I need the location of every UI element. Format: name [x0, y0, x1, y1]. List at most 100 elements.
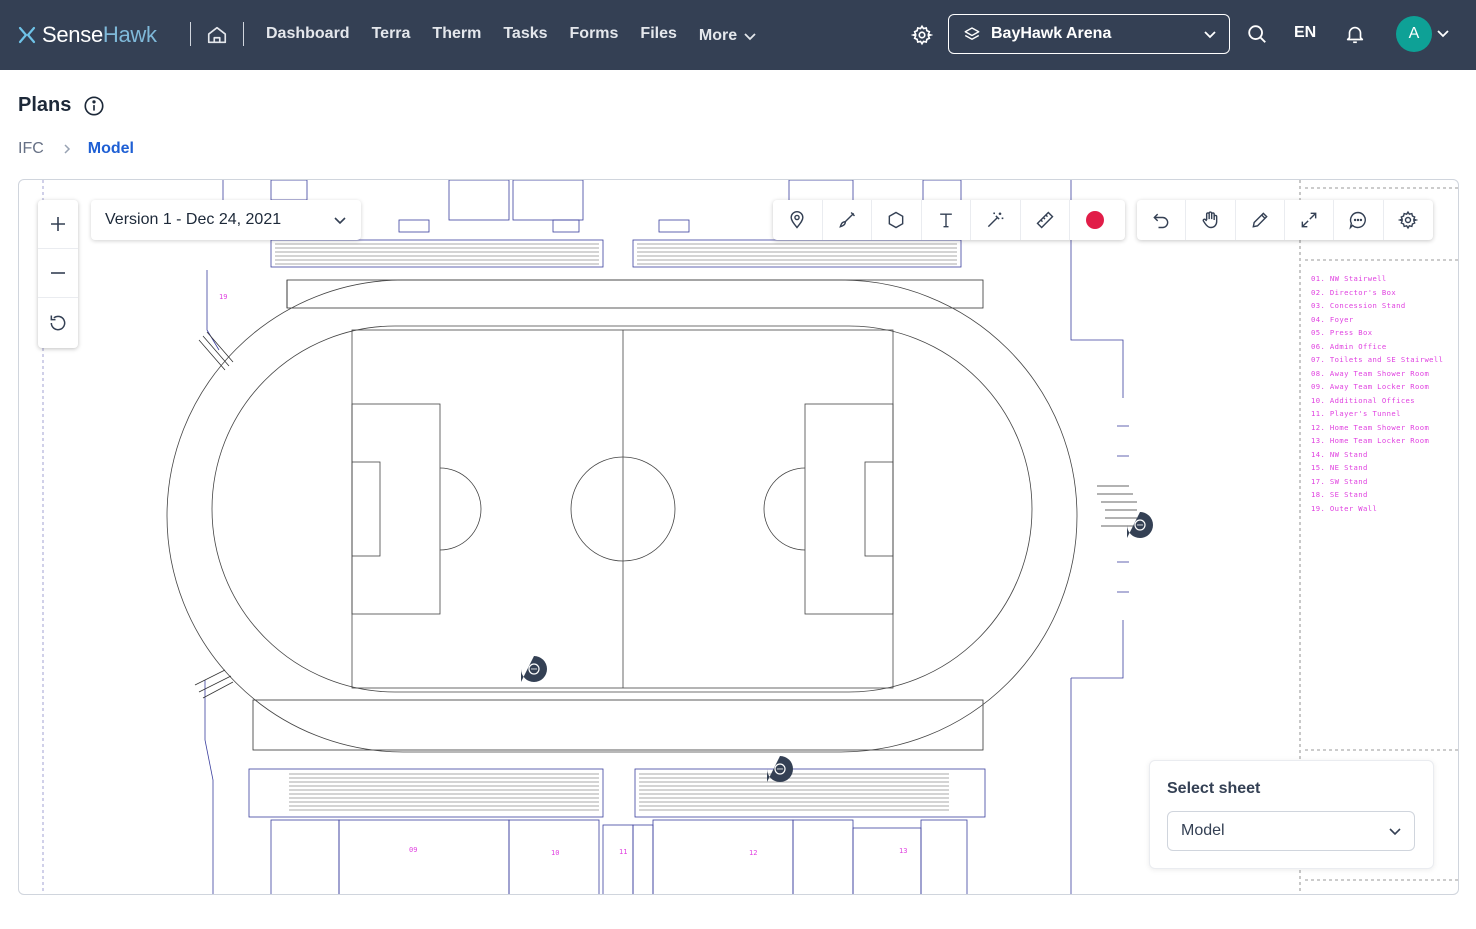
text-icon	[939, 213, 952, 228]
user-avatar[interactable]: A	[1396, 16, 1432, 52]
legend-item: 12. Home Team Shower Room	[1311, 422, 1430, 432]
home-icon	[207, 26, 227, 44]
legend-item: 17. SW Stand	[1311, 476, 1368, 486]
nav-forms[interactable]: Forms	[570, 22, 619, 48]
nav-terra[interactable]: Terra	[372, 22, 411, 48]
pencil-icon	[1252, 212, 1268, 228]
viewer-settings-button[interactable]	[1384, 200, 1433, 240]
search-icon	[1248, 25, 1266, 43]
breadcrumb-root[interactable]: IFC	[18, 140, 44, 158]
legend-item: 11. Player's Tunnel	[1311, 409, 1401, 418]
legend-item: 05. Press Box	[1311, 328, 1373, 337]
annotation-toolbar	[773, 200, 1125, 240]
nav-tasks[interactable]: Tasks	[503, 22, 547, 48]
magic-wand-icon	[988, 212, 1004, 228]
language-selector[interactable]: EN	[1294, 24, 1316, 42]
main-nav: Dashboard Terra Therm Tasks Forms Files …	[266, 22, 779, 48]
legend-item: 13. Home Team Locker Room	[1311, 436, 1430, 445]
legend-item: 04. Foyer	[1311, 314, 1354, 324]
settings-button[interactable]	[908, 21, 936, 49]
zoom-in-button[interactable]	[38, 200, 78, 249]
search-button[interactable]	[1244, 21, 1270, 47]
chevron-down-icon	[744, 33, 756, 41]
comment-icon	[1349, 211, 1367, 230]
nav-dashboard[interactable]: Dashboard	[266, 22, 350, 48]
view-toolbar	[1137, 200, 1433, 240]
divider	[190, 22, 191, 46]
room-label: 10	[551, 849, 559, 857]
fullscreen-button[interactable]	[1285, 200, 1335, 240]
divider	[243, 22, 244, 46]
legend-item: 02. Director's Box	[1311, 287, 1397, 297]
expand-icon	[1301, 212, 1317, 228]
pan-tool[interactable]	[1186, 200, 1236, 240]
nav-more-label: More	[698, 27, 738, 44]
location-pin-tool[interactable]	[773, 200, 823, 240]
legend-item: 08. Away Team Shower Room	[1311, 368, 1430, 378]
sensehawk-logo-icon	[18, 26, 36, 44]
hexagon-icon	[888, 211, 904, 229]
magic-wand-tool[interactable]	[971, 200, 1021, 240]
brand-name: SenseHawk	[42, 22, 157, 47]
room-label: 11	[619, 848, 627, 856]
map-pin-icon	[790, 210, 804, 229]
brush-tool[interactable]	[823, 200, 872, 240]
comment-pin[interactable]	[766, 755, 794, 783]
room-label: 19	[219, 293, 227, 301]
nav-more[interactable]: More	[699, 24, 757, 48]
sensehawk-logo[interactable]: SenseHawk	[18, 20, 157, 50]
chevron-down-icon	[1204, 31, 1216, 39]
version-label: Version 1 - Dec 24, 2021	[105, 211, 282, 228]
undo-button[interactable]	[1137, 200, 1187, 240]
comments-button[interactable]	[1334, 200, 1384, 240]
comment-pin[interactable]	[1126, 511, 1154, 539]
zoom-out-button[interactable]	[38, 249, 78, 298]
page-title: Plans	[18, 94, 105, 117]
legend-item: 01. NW Stairwell	[1311, 274, 1387, 283]
chevron-down-icon	[1389, 828, 1401, 836]
legend-item: 14. NW Stand	[1311, 449, 1368, 459]
legend-item: 10. Additional Offices	[1311, 395, 1415, 405]
legend-item: 03. Concession Stand	[1311, 301, 1406, 310]
asset-name: BayHawk Arena	[991, 25, 1112, 42]
legend-item: 19. Outer Wall	[1311, 503, 1378, 513]
top-navigation-bar: SenseHawk Dashboard Terra Therm Tasks Fo…	[0, 0, 1476, 70]
measure-tool[interactable]	[1021, 200, 1070, 240]
color-swatch-icon	[1085, 211, 1104, 229]
color-picker-tool[interactable]	[1070, 200, 1120, 240]
chevron-down-icon[interactable]	[1436, 26, 1450, 40]
nav-files[interactable]: Files	[640, 22, 676, 48]
nav-therm[interactable]: Therm	[432, 22, 481, 48]
gear-icon	[911, 24, 933, 46]
undo-icon	[1153, 213, 1169, 229]
home-button[interactable]	[204, 22, 230, 48]
legend-item: 09. Away Team Locker Room	[1311, 382, 1430, 391]
version-selector[interactable]: Version 1 - Dec 24, 2021	[91, 200, 361, 240]
comment-pin[interactable]	[520, 655, 548, 683]
legend-item: 18. SE Stand	[1311, 490, 1368, 499]
legend-item: 07. Toilets and SE Stairwell	[1311, 355, 1444, 364]
breadcrumb-current[interactable]: Model	[88, 140, 134, 158]
page-title-text: Plans	[18, 94, 72, 116]
gear-icon	[1398, 210, 1419, 230]
bell-icon	[1346, 26, 1364, 44]
chevron-down-icon	[334, 217, 346, 225]
hand-icon	[1203, 211, 1218, 229]
legend-item: 06. Admin Office	[1311, 341, 1387, 351]
info-icon	[84, 95, 104, 116]
text-tool[interactable]	[922, 200, 971, 240]
breadcrumb: IFC Model	[18, 140, 134, 158]
plus-icon	[51, 217, 65, 231]
shape-tool[interactable]	[872, 200, 922, 240]
room-label: 09	[409, 846, 417, 854]
sheet-selector-panel: Select sheet Model	[1149, 760, 1434, 869]
pencil-tool[interactable]	[1236, 200, 1285, 240]
reset-view-button[interactable]	[38, 298, 78, 347]
asset-selector[interactable]: BayHawk Arena	[948, 14, 1230, 54]
plan-viewer[interactable]: 19 09 10 11 12 13 01. NW Stairwell 02. Di…	[18, 179, 1459, 895]
info-button[interactable]	[83, 95, 105, 117]
sheet-selector-title: Select sheet	[1167, 780, 1261, 797]
sheet-dropdown[interactable]: Model	[1167, 811, 1415, 851]
notifications-button[interactable]	[1342, 21, 1368, 47]
minus-icon	[51, 272, 65, 274]
